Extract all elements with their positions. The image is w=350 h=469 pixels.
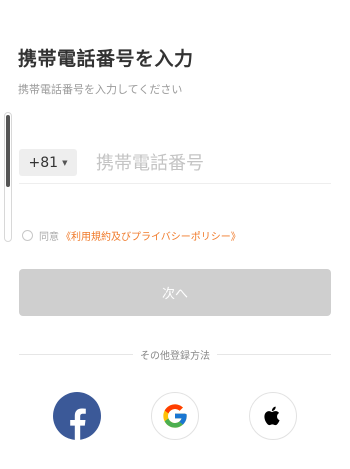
country-code-selector[interactable]: +81 ▼ [19, 149, 77, 176]
scrollbar-thumb[interactable] [6, 115, 10, 187]
divider-line-right [217, 353, 331, 355]
google-login-button[interactable] [151, 392, 199, 440]
input-underline [19, 183, 331, 184]
next-button[interactable]: 次へ [19, 269, 331, 316]
facebook-icon [70, 408, 86, 440]
page-subtitle: 携帯電話番号を入力してください [18, 83, 183, 96]
agreement-prefix: 同意 [39, 231, 59, 243]
agreement-radio[interactable] [22, 229, 33, 241]
terms-privacy-link[interactable]: 《利用規約及びプライバシーポリシー》 [61, 228, 241, 243]
country-code-value: +81 [28, 154, 59, 171]
scrollbar[interactable] [4, 112, 12, 242]
other-login-divider: その他登録方法 [19, 346, 331, 362]
apple-login-button[interactable] [249, 392, 297, 440]
login-screen: 携帯電話番号を入力 携帯電話番号を入力してください +81 ▼ 同意 《利用規約… [0, 0, 350, 469]
phone-number-input[interactable] [96, 148, 328, 178]
divider-line-left [19, 353, 133, 355]
apple-icon [264, 406, 280, 426]
agreement-row: 同意 《利用規約及びプライバシーポリシー》 [22, 228, 241, 243]
other-login-label: その他登録方法 [140, 350, 210, 362]
page-title: 携帯電話番号を入力 [18, 48, 194, 70]
facebook-login-button[interactable] [53, 392, 101, 440]
google-icon [163, 404, 187, 428]
chevron-down-icon: ▼ [62, 158, 68, 167]
